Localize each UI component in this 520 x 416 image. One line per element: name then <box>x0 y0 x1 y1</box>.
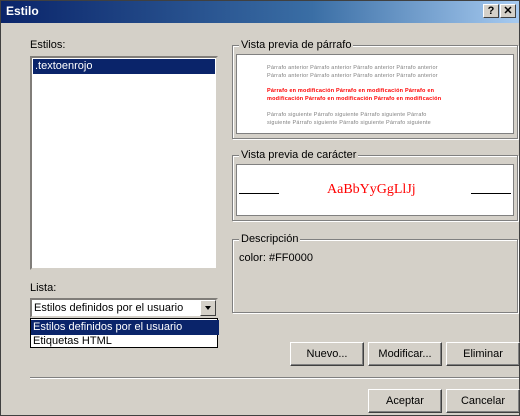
window-title: Estilo <box>6 4 39 18</box>
paragraph-preview-title: Vista previa de párrafo <box>239 39 354 51</box>
char-preview-group: Vista previa de carácter AaBbYyGgLlJj <box>232 149 518 221</box>
description-group: Descripción color: #FF0000 <box>232 233 518 313</box>
combobox-dropdown-button[interactable] <box>200 300 216 316</box>
char-preview-sample: AaBbYyGgLlJj <box>327 182 416 197</box>
title-bar[interactable]: Estilo ? ✕ <box>1 1 519 23</box>
styles-listbox[interactable]: .textoenrojo <box>30 56 218 270</box>
list-dropdown[interactable]: Estilos definidos por el usuario Etiquet… <box>30 318 219 349</box>
list-option-user-styles[interactable]: Estilos definidos por el usuario <box>31 320 219 335</box>
prev-paragraph-line-1: Párrafo anterior Párrafo anterior Párraf… <box>267 65 438 71</box>
list-option-html-tags[interactable]: Etiquetas HTML <box>31 334 217 349</box>
char-preview-left-rule <box>239 193 279 194</box>
list-combobox-value: Estilos definidos por el usuario <box>34 302 184 314</box>
chevron-down-icon <box>205 306 211 310</box>
paragraph-preview-box: Párrafo anterior Párrafo anterior Párraf… <box>236 54 514 134</box>
paragraph-preview-group: Vista previa de párrafo Párrafo anterior… <box>232 39 518 139</box>
char-preview-box: AaBbYyGgLlJj <box>236 164 514 216</box>
delete-button[interactable]: Eliminar <box>446 342 520 366</box>
char-preview-title: Vista previa de carácter <box>239 149 359 161</box>
modified-paragraph-line-1: Párrafo en modificación Párrafo en modif… <box>267 88 435 94</box>
new-button[interactable]: Nuevo... <box>290 342 364 366</box>
style-item-textoenrojo[interactable]: .textoenrojo <box>33 59 215 74</box>
close-button[interactable]: ✕ <box>500 4 516 18</box>
styles-label-full: Estilos: <box>30 39 66 51</box>
char-preview-right-rule <box>471 193 511 194</box>
cancel-button-label: Cancelar <box>460 395 506 407</box>
list-label: Lista: <box>30 282 57 294</box>
next-paragraph-line-2: siguiente Párrafo siguiente Párrafo sigu… <box>267 120 431 126</box>
separator <box>30 377 519 379</box>
prev-paragraph-line-2: Párrafo anterior Párrafo anterior Párraf… <box>267 73 438 79</box>
next-paragraph-line-1: Párrafo siguiente Párrafo siguiente Párr… <box>267 112 427 118</box>
cancel-button[interactable]: Cancelar <box>446 389 520 413</box>
delete-button-label: Eliminar <box>463 348 503 360</box>
help-button[interactable]: ? <box>483 4 499 18</box>
style-dialog: Estilo ? ✕ E Estilos: .textoenrojo Lista… <box>0 0 520 416</box>
description-title: Descripción <box>239 233 301 245</box>
modified-paragraph-line-2: modificación Párrafo en modificación Pár… <box>267 96 442 102</box>
accept-button-label: Aceptar <box>386 395 424 407</box>
modify-button-label: Modificar... <box>378 348 432 360</box>
new-button-label: Nuevo... <box>306 348 348 360</box>
description-text: color: #FF0000 <box>239 252 313 264</box>
modify-button[interactable]: Modificar... <box>368 342 442 366</box>
accept-button[interactable]: Aceptar <box>368 389 442 413</box>
list-combobox[interactable]: Estilos definidos por el usuario <box>30 298 218 318</box>
